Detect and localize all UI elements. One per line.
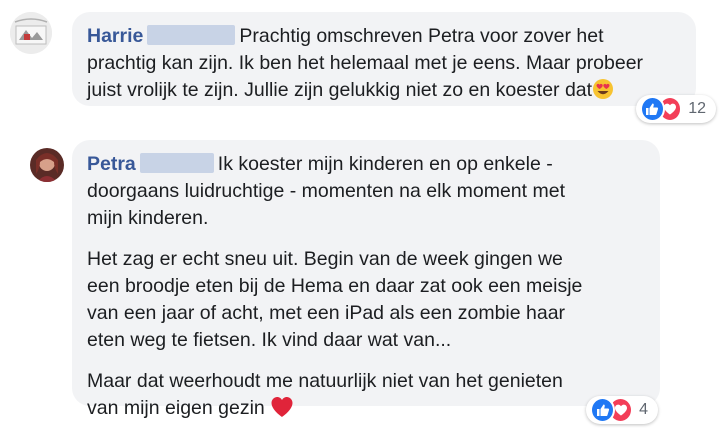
comment-text-line: doorgaans luidruchtige - momenten na elk… — [87, 180, 565, 202]
comment-bubble: Harrie Prachtig omschreven Petra voor zov… — [72, 12, 696, 106]
comment-text-line: Maar dat weerhoudt me natuurlijk niet va… — [87, 370, 563, 392]
comment-body: Harrie Prachtig omschreven Petra voor zov… — [87, 23, 682, 108]
comment-text-line: Prachtig omschreven Petra voor zover het — [239, 25, 604, 47]
reactions-summary[interactable]: 12 — [636, 95, 716, 123]
comment-text-line: Ik koester mijn kinderen en op enkele - — [217, 153, 553, 175]
comment-text-line: prachtig kan zijn. Ik ben het helemaal m… — [87, 52, 644, 74]
comment-author[interactable]: Harrie — [87, 25, 143, 47]
comment-paragraph: Petra Ik koester mijn kinderen en op enke… — [87, 151, 646, 232]
avatar-image — [30, 148, 64, 182]
like-icon — [640, 96, 665, 122]
comment-text-line: een broodje eten bij de Hema en daar zat… — [87, 275, 583, 297]
comment-author[interactable]: Petra — [87, 153, 136, 175]
comment-text-line: juist vrolijk te zijn. Jullie zijn geluk… — [87, 79, 593, 101]
comment-text-line: van mijn eigen gezin — [87, 397, 265, 419]
comment-text-line: Het zag er echt sneu uit. Begin van de w… — [87, 248, 563, 270]
heart-eyes-emoji — [592, 78, 614, 108]
reactions-summary[interactable]: 4 — [586, 396, 658, 424]
comment-text-line: eten weg te fietsen. Ik vind daar wat va… — [87, 329, 452, 351]
avatar-image — [10, 12, 52, 54]
avatar[interactable] — [10, 12, 52, 54]
red-heart-emoji — [270, 396, 294, 426]
redacted-name — [139, 153, 214, 173]
redacted-name — [147, 25, 236, 45]
reaction-count: 4 — [639, 401, 648, 418]
avatar[interactable] — [30, 148, 64, 182]
comment-text-line: mijn kinderen. — [87, 207, 209, 229]
comment-paragraph: Het zag er echt sneu uit. Begin van de w… — [87, 246, 646, 354]
comment-bubble: Petra Ik koester mijn kinderen en op enke… — [72, 140, 660, 419]
like-icon — [590, 397, 616, 423]
comment-paragraph: Maar dat weerhoudt me natuurlijk niet va… — [87, 368, 646, 426]
reaction-count: 12 — [688, 100, 706, 117]
comment-text-line: van een jaar of acht, met een iPad als e… — [87, 302, 566, 324]
